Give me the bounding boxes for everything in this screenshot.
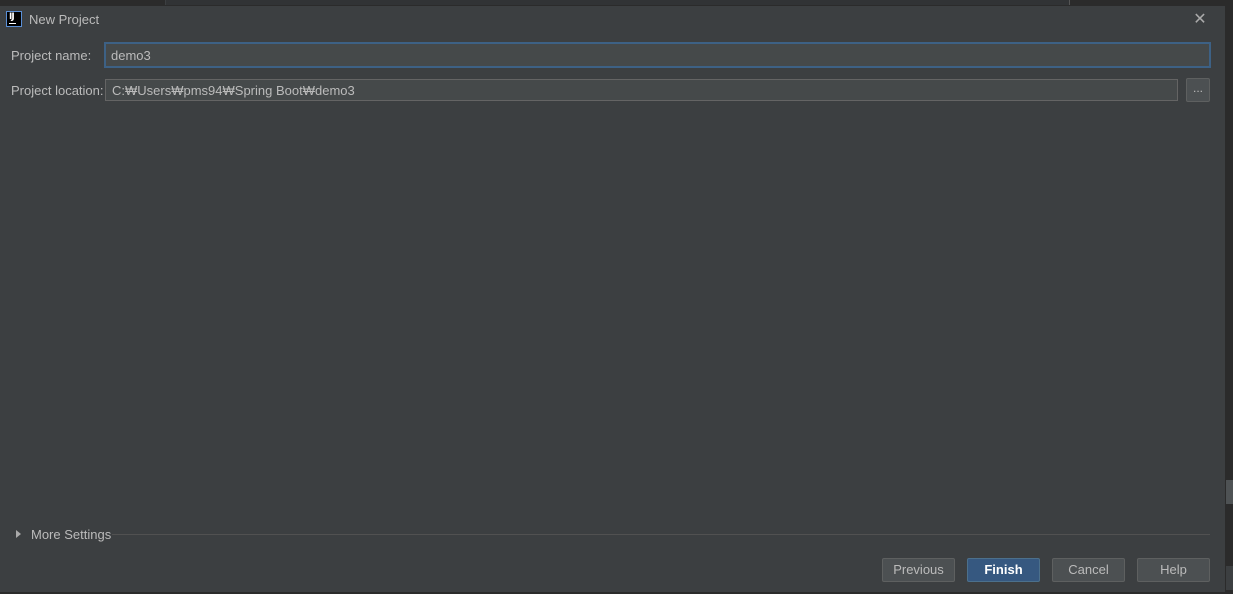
dialog-titlebar[interactable]: IJ New Project ✕ — [0, 6, 1225, 32]
more-settings-toggle[interactable]: More Settings — [16, 525, 111, 543]
background-scroll-mark — [1225, 566, 1233, 590]
project-name-input[interactable] — [104, 42, 1211, 68]
intellij-app-icon: IJ — [6, 11, 22, 27]
expand-arrow-icon — [16, 530, 21, 538]
project-location-label: Project location: — [11, 83, 104, 98]
previous-button[interactable]: Previous — [882, 558, 955, 582]
background-scroll-mark — [1225, 480, 1233, 504]
more-settings-label: More Settings — [31, 526, 112, 542]
background-editor-area — [165, 0, 1070, 5]
close-icon[interactable]: ✕ — [1192, 11, 1208, 27]
help-button[interactable]: Help — [1137, 558, 1210, 582]
project-location-input[interactable] — [105, 79, 1178, 101]
new-project-dialog: IJ New Project ✕ Project name: Project l… — [0, 6, 1226, 592]
cancel-button[interactable]: Cancel — [1052, 558, 1125, 582]
project-name-label: Project name: — [11, 48, 92, 63]
finish-button[interactable]: Finish — [967, 558, 1040, 582]
more-settings-divider — [112, 534, 1210, 535]
dialog-title: New Project — [29, 12, 100, 27]
background-ide-edge — [1225, 0, 1233, 594]
app-icon-letters: IJ — [9, 12, 15, 22]
browse-location-button[interactable]: ... — [1186, 78, 1210, 102]
